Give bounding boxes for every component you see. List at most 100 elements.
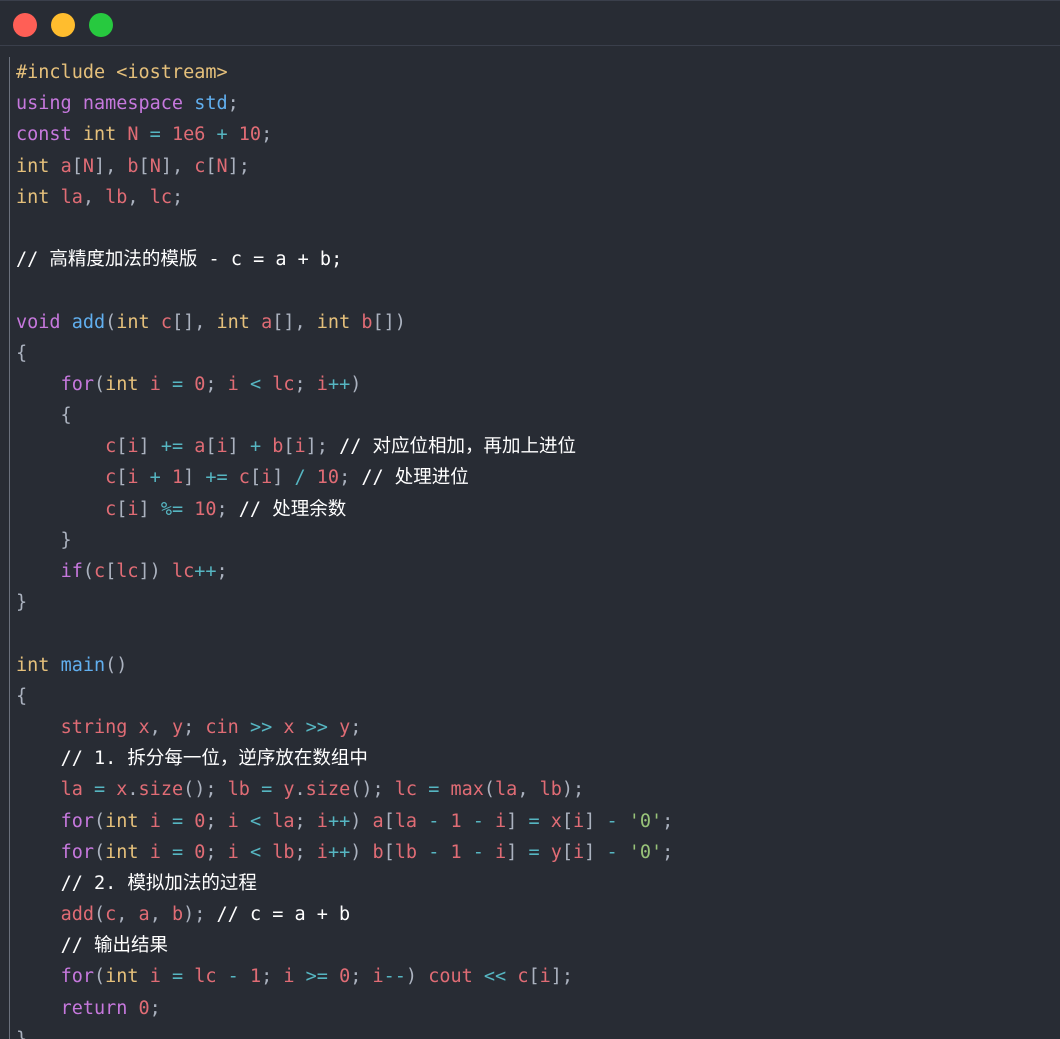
code-token: std <box>194 93 228 115</box>
code-token: ) <box>350 373 362 395</box>
zoom-button[interactable] <box>89 13 113 37</box>
code-token: x <box>550 810 562 832</box>
code-token: = <box>428 779 451 801</box>
code-line: for(int i = 0; i < lb; i++) b[lb - 1 - i… <box>16 837 1060 868</box>
code-token: 0 <box>339 966 351 988</box>
code-token: int <box>16 155 61 177</box>
code-token: la <box>495 779 518 801</box>
code-token: [], <box>272 311 317 333</box>
code-token: i <box>573 841 585 863</box>
code-token: i <box>227 373 250 395</box>
code-token: x <box>283 716 306 738</box>
code-token: b <box>372 841 384 863</box>
code-token: ++ <box>327 841 351 863</box>
code-token: i <box>149 966 172 988</box>
code-token: ( <box>105 311 117 333</box>
code-token: } <box>16 592 28 614</box>
code-token: N <box>216 155 228 177</box>
code-token: main <box>60 654 106 676</box>
code-token: ] <box>506 810 529 832</box>
code-token: int <box>216 311 262 333</box>
code-token: cout <box>428 966 484 988</box>
code-token: b <box>127 155 139 177</box>
code-token: b <box>361 311 373 333</box>
code-token: ); <box>561 779 585 801</box>
code-token: << <box>483 966 518 988</box>
code-token: // 1. 拆分每一位，逆序放在数组中 <box>60 748 368 770</box>
code-token: = <box>261 779 284 801</box>
code-token: i <box>294 436 306 458</box>
code-editor[interactable]: #include <iostream> using namespace std; c… <box>9 57 1060 1039</box>
code-token: 1e6 <box>171 124 217 146</box>
code-token: = <box>171 966 195 988</box>
code-token: c <box>238 467 250 489</box>
code-token: for <box>60 373 94 395</box>
code-line: { <box>16 338 1060 369</box>
code-token: [ <box>138 155 150 177</box>
code-window: #include <iostream> using namespace std; c… <box>0 0 1060 1039</box>
code-token: [ <box>116 467 128 489</box>
code-line: c[i + 1] += c[i] / 10; // 处理进位 <box>16 462 1060 493</box>
code-token: c <box>160 311 172 333</box>
code-token: ; <box>227 93 239 115</box>
code-token: for <box>60 810 94 832</box>
code-token: ); <box>183 904 217 926</box>
code-token: , <box>149 904 172 926</box>
code-token: = <box>149 124 172 146</box>
code-token: [ <box>561 841 574 863</box>
code-token: lb <box>272 841 295 863</box>
code-token: int <box>82 124 128 146</box>
code-token: ( <box>483 779 496 801</box>
code-line: { <box>16 400 1060 431</box>
code-token: // c = a + b <box>216 904 351 926</box>
code-line: int a[N], b[N], c[N]; <box>16 151 1060 182</box>
code-token: a <box>194 436 206 458</box>
code-line: #include <iostream> <box>16 57 1060 88</box>
code-token: ; <box>171 186 184 208</box>
code-token: . <box>294 779 306 801</box>
code-token: ( <box>93 810 106 832</box>
minimize-button[interactable] <box>51 13 75 37</box>
code-token: 1 <box>450 810 473 832</box>
code-line: for(int i = 0; i < lc; i++) <box>16 369 1060 400</box>
code-token: = <box>528 841 551 863</box>
code-token: i <box>316 373 328 395</box>
code-token: %= <box>160 498 195 520</box>
code-token: - <box>606 810 629 832</box>
code-token: lc <box>194 966 228 988</box>
code-line: // 1. 拆分每一位，逆序放在数组中 <box>16 743 1060 774</box>
code-token: lb <box>105 186 128 208</box>
code-token: / <box>294 467 317 489</box>
code-token: 0 <box>194 373 206 395</box>
code-token: 10 <box>194 498 217 520</box>
code-token: ; <box>294 373 317 395</box>
code-token: ( <box>82 561 94 582</box>
code-token: 1 <box>249 966 262 988</box>
code-token: , <box>517 779 540 801</box>
code-token: ; <box>183 716 206 738</box>
code-line: const int N = 1e6 + 10; <box>16 119 1060 150</box>
code-token: += <box>160 436 195 458</box>
code-token: lc <box>394 779 429 801</box>
code-token: i <box>127 436 139 458</box>
code-token: int <box>16 186 61 208</box>
code-token: - <box>428 810 451 832</box>
code-token: [], <box>171 311 217 333</box>
code-token: (); <box>183 779 228 801</box>
code-line: { <box>16 681 1060 712</box>
code-token: ; <box>205 841 228 863</box>
code-token: ]) <box>138 561 172 582</box>
close-button[interactable] <box>13 13 37 37</box>
code-token: 1 <box>171 467 184 489</box>
code-token: , <box>149 716 172 738</box>
code-line: } <box>16 525 1060 556</box>
code-token: ; <box>261 124 273 146</box>
code-token: ; <box>662 841 674 863</box>
